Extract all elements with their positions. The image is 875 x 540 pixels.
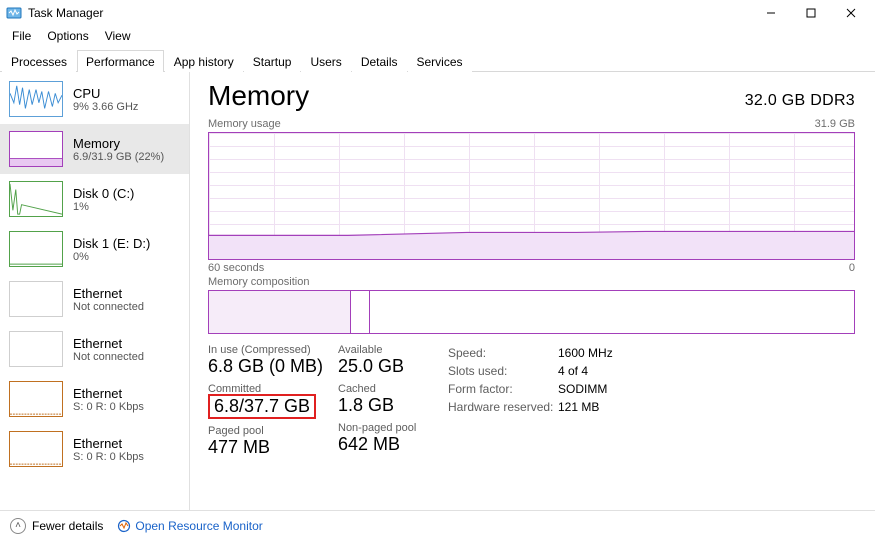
maximize-button[interactable]	[791, 0, 831, 26]
memory-thumb-icon	[9, 131, 63, 167]
resmon-icon	[117, 519, 131, 533]
inuse-value: 6.8 GB (0 MB)	[208, 356, 338, 377]
speed-label: Speed:	[448, 346, 558, 360]
ethernet-thumb-icon	[9, 331, 63, 367]
close-button[interactable]	[831, 0, 871, 26]
speed-value: 1600 MHz	[558, 346, 613, 360]
sidebar-item-disk0[interactable]: Disk 0 (C:) 1%	[0, 174, 189, 224]
sidebar-item-label: Ethernet	[73, 386, 144, 401]
composition-segment-modified	[351, 291, 370, 333]
sidebar-item-sub: Not connected	[73, 351, 144, 363]
page-title: Memory	[208, 80, 309, 112]
ethernet-thumb-icon	[9, 381, 63, 417]
usage-chart-label: Memory usage	[208, 118, 281, 130]
memory-usage-chart[interactable]	[208, 132, 855, 260]
slots-label: Slots used:	[448, 364, 558, 378]
sidebar-item-ethernet-1[interactable]: Ethernet Not connected	[0, 274, 189, 324]
sidebar-item-sub: S: 0 R: 0 Kbps	[73, 451, 144, 463]
paged-label: Paged pool	[208, 425, 338, 437]
chevron-up-icon: ˄	[10, 518, 26, 534]
memory-composition-chart[interactable]	[208, 290, 855, 334]
nonpaged-label: Non-paged pool	[338, 422, 448, 434]
cpu-thumb-icon	[9, 81, 63, 117]
sidebar-item-ethernet-4[interactable]: Ethernet S: 0 R: 0 Kbps	[0, 424, 189, 474]
main-panel: Memory 32.0 GB DDR3 Memory usage 31.9 GB…	[190, 72, 875, 510]
sidebar-item-sub: S: 0 R: 0 Kbps	[73, 401, 144, 413]
tab-strip: Processes Performance App history Startu…	[0, 48, 875, 72]
app-icon	[6, 5, 22, 21]
ethernet-thumb-icon	[9, 431, 63, 467]
sidebar: CPU 9% 3.66 GHz Memory 6.9/31.9 GB (22%)	[0, 72, 190, 510]
paged-value: 477 MB	[208, 437, 338, 458]
open-resource-monitor-label: Open Resource Monitor	[135, 519, 262, 533]
usage-chart-max: 31.9 GB	[815, 118, 855, 130]
fewer-details-label: Fewer details	[32, 519, 103, 533]
usage-x-right: 0	[849, 262, 855, 274]
composition-chart-label: Memory composition	[208, 276, 309, 288]
tab-startup[interactable]: Startup	[244, 50, 301, 72]
sidebar-item-label: Ethernet	[73, 286, 144, 301]
window-title: Task Manager	[28, 6, 103, 20]
open-resource-monitor-link[interactable]: Open Resource Monitor	[117, 519, 262, 533]
memory-spec-table: Speed: 1600 MHz Slots used: 4 of 4 Form …	[448, 346, 613, 414]
tab-users[interactable]: Users	[301, 50, 350, 72]
sidebar-item-cpu[interactable]: CPU 9% 3.66 GHz	[0, 74, 189, 124]
sidebar-item-label: Ethernet	[73, 336, 144, 351]
hwres-value: 121 MB	[558, 400, 613, 414]
sidebar-item-label: Memory	[73, 136, 164, 151]
sidebar-item-label: CPU	[73, 86, 138, 101]
cached-label: Cached	[338, 383, 448, 395]
form-label: Form factor:	[448, 382, 558, 396]
sidebar-item-label: Disk 1 (E: D:)	[73, 236, 150, 251]
menu-view[interactable]: View	[97, 27, 139, 45]
sidebar-item-label: Ethernet	[73, 436, 144, 451]
composition-segment-inuse	[209, 291, 351, 333]
fewer-details-button[interactable]: ˄ Fewer details	[10, 518, 103, 534]
tab-processes[interactable]: Processes	[2, 50, 76, 72]
usage-x-left: 60 seconds	[208, 262, 264, 274]
menu-options[interactable]: Options	[39, 27, 96, 45]
sidebar-item-sub: Not connected	[73, 301, 144, 313]
memory-spec-heading: 32.0 GB DDR3	[745, 92, 855, 110]
tab-performance[interactable]: Performance	[77, 50, 164, 72]
tab-app-history[interactable]: App history	[165, 50, 243, 72]
available-label: Available	[338, 344, 448, 356]
available-value: 25.0 GB	[338, 356, 448, 377]
tab-details[interactable]: Details	[352, 50, 407, 72]
menu-bar: File Options View	[0, 26, 875, 46]
sidebar-item-memory[interactable]: Memory 6.9/31.9 GB (22%)	[0, 124, 189, 174]
cached-value: 1.8 GB	[338, 395, 448, 416]
nonpaged-value: 642 MB	[338, 434, 448, 455]
sidebar-item-label: Disk 0 (C:)	[73, 186, 134, 201]
title-bar: Task Manager	[0, 0, 875, 26]
disk-thumb-icon	[9, 181, 63, 217]
menu-file[interactable]: File	[4, 27, 39, 45]
ethernet-thumb-icon	[9, 281, 63, 317]
sidebar-item-sub: 6.9/31.9 GB (22%)	[73, 151, 164, 163]
inuse-label: In use (Compressed)	[208, 344, 338, 356]
hwres-label: Hardware reserved:	[448, 400, 558, 414]
footer: ˄ Fewer details Open Resource Monitor	[0, 510, 875, 540]
sidebar-item-sub: 0%	[73, 251, 150, 263]
sidebar-item-disk1[interactable]: Disk 1 (E: D:) 0%	[0, 224, 189, 274]
sidebar-item-ethernet-2[interactable]: Ethernet Not connected	[0, 324, 189, 374]
form-value: SODIMM	[558, 382, 613, 396]
committed-value: 6.8/37.7 GB	[208, 394, 316, 419]
sidebar-item-ethernet-3[interactable]: Ethernet S: 0 R: 0 Kbps	[0, 374, 189, 424]
sidebar-item-sub: 9% 3.66 GHz	[73, 101, 138, 113]
minimize-button[interactable]	[751, 0, 791, 26]
composition-segment-free	[370, 291, 854, 333]
sidebar-item-sub: 1%	[73, 201, 134, 213]
slots-value: 4 of 4	[558, 364, 613, 378]
tab-services[interactable]: Services	[408, 50, 472, 72]
disk-thumb-icon	[9, 231, 63, 267]
